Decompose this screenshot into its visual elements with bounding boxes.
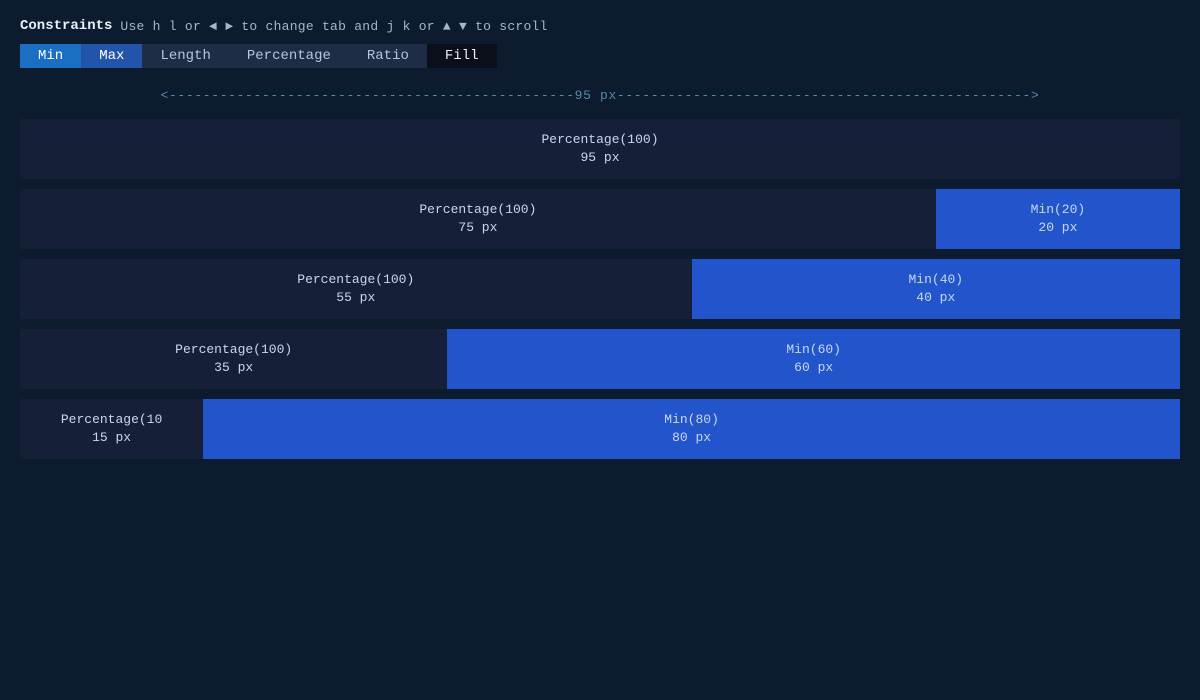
segment-label: Percentage(100) xyxy=(541,131,658,149)
segment-blue: Min(40) 40 px xyxy=(692,259,1180,319)
segment-dark: Percentage(100) 35 px xyxy=(20,329,447,389)
segment-label: Min(40) xyxy=(908,271,963,289)
segment-value: 20 px xyxy=(1038,219,1077,237)
segment-value: 55 px xyxy=(336,289,375,307)
bar-row: Percentage(100) 35 px Min(60) 60 px xyxy=(20,329,1180,389)
header-top: Constraints Use h l or ◄ ► to change tab… xyxy=(20,18,1180,34)
app-container: Constraints Use h l or ◄ ► to change tab… xyxy=(0,0,1200,459)
tab-max[interactable]: Max xyxy=(81,44,142,68)
segment-dark: Percentage(100) 55 px xyxy=(20,259,692,319)
segment-value: 95 px xyxy=(580,149,619,167)
bar-row: Percentage(100) 55 px Min(40) 40 px xyxy=(20,259,1180,319)
header: Constraints Use h l or ◄ ► to change tab… xyxy=(0,0,1200,78)
segment-label: Min(60) xyxy=(786,341,841,359)
bar-row: Percentage(100) 95 px xyxy=(20,119,1180,179)
header-hint: Use h l or ◄ ► to change tab and j k or … xyxy=(120,19,547,34)
tab-min[interactable]: Min xyxy=(20,44,81,68)
segment-blue: Min(60) 60 px xyxy=(447,329,1180,389)
tab-length[interactable]: Length xyxy=(142,44,228,68)
tab-percentage[interactable]: Percentage xyxy=(229,44,349,68)
bar-row: Percentage(10 15 px Min(80) 80 px xyxy=(20,399,1180,459)
bars-container: Percentage(100) 95 px Percentage(100) 75… xyxy=(0,119,1200,459)
segment-label: Percentage(100) xyxy=(175,341,292,359)
segment-value: 80 px xyxy=(672,429,711,447)
segment-dark: Percentage(100) 75 px xyxy=(20,189,936,249)
segment-dark: Percentage(100) 95 px xyxy=(20,119,1180,179)
segment-label: Percentage(10 xyxy=(61,411,162,429)
tab-fill[interactable]: Fill xyxy=(427,44,497,68)
tabs-bar: Min Max Length Percentage Ratio Fill xyxy=(20,44,1180,68)
constraints-label: Constraints xyxy=(20,18,112,34)
segment-dark: Percentage(10 15 px xyxy=(20,399,203,459)
segment-value: 60 px xyxy=(794,359,833,377)
segment-label: Min(20) xyxy=(1031,201,1086,219)
segment-value: 40 px xyxy=(916,289,955,307)
segment-value: 15 px xyxy=(92,429,131,447)
bar-row: Percentage(100) 75 px Min(20) 20 px xyxy=(20,189,1180,249)
segment-blue: Min(20) 20 px xyxy=(936,189,1180,249)
segment-value: 75 px xyxy=(458,219,497,237)
segment-label: Percentage(100) xyxy=(297,271,414,289)
segment-blue: Min(80) 80 px xyxy=(203,399,1180,459)
tab-ratio[interactable]: Ratio xyxy=(349,44,427,68)
segment-label: Min(80) xyxy=(664,411,719,429)
segment-label: Percentage(100) xyxy=(419,201,536,219)
segment-value: 35 px xyxy=(214,359,253,377)
ruler: <---------------------------------------… xyxy=(0,78,1200,119)
